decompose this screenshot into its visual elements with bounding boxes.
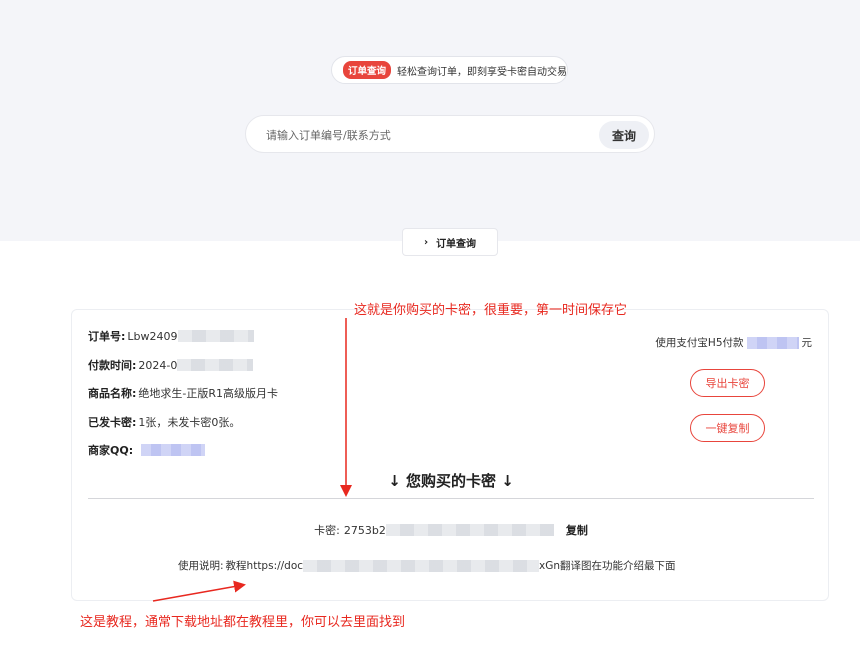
copy-key-button[interactable]: 复制 (566, 522, 588, 538)
order-result-card: 订单号: Lbw2409 付款时间: 2024-0 商品名称: 绝地求生-正版R… (71, 309, 829, 601)
search-input[interactable] (266, 125, 586, 145)
order-number-value: Lbw2409 (127, 329, 178, 343)
redacted-usage-link (303, 559, 540, 572)
purchased-keys-heading: ↓ 您购买的卡密 ↓ (388, 472, 514, 490)
issued-label: 已发卡密: (88, 416, 137, 429)
card-key-value: 2753b2 (343, 523, 386, 537)
redacted-order-number (177, 330, 254, 342)
order-number-label: 订单号: (88, 330, 126, 343)
section-divider (88, 498, 814, 499)
pay-time-label: 付款时间: (88, 359, 137, 372)
order-query-tag: 订单查询 (343, 61, 392, 79)
pay-time-row: 付款时间: 2024-0 (88, 357, 254, 373)
issued-value: 1张，未发卡密0张。 (138, 416, 241, 429)
product-label: 商品名称: (88, 387, 137, 400)
payment-info: 使用支付宝H5付款 元 (655, 335, 812, 350)
usage-instructions: 使用说明: 教程https://doc xGn翻译图在功能介绍最下面 (178, 558, 676, 573)
product-row: 商品名称: 绝地求生-正版R1高级版月卡 (88, 385, 278, 401)
tab-order-query[interactable]: › 订单查询 (402, 228, 498, 256)
issued-row: 已发卡密: 1张，未发卡密0张。 (88, 414, 240, 430)
chevron-right-icon: › (423, 236, 429, 248)
copy-all-button[interactable]: 一键复制 (690, 414, 765, 442)
usage-label: 使用说明: (178, 560, 224, 572)
pay-time-value: 2024-0 (138, 358, 178, 372)
usage-link-start[interactable]: 教程https://doc (226, 558, 304, 573)
query-tagline: 轻松查询订单，即刻享受卡密自动交易 (397, 66, 568, 78)
merchant-qq-row: 商家QQ: (88, 442, 206, 458)
card-key-label: 卡密: (314, 524, 340, 537)
redacted-amount (746, 336, 799, 349)
order-number-row: 订单号: Lbw2409 (88, 328, 254, 344)
usage-tail: xGn翻译图在功能介绍最下面 (539, 560, 676, 572)
annotation-tutorial: 这是教程，通常下载地址都在教程里，你可以去里面找到 (80, 615, 406, 630)
query-intro-pill: 订单查询 轻松查询订单，即刻享受卡密自动交易 (331, 56, 568, 84)
redacted-card-key (385, 524, 554, 536)
redacted-pay-time (177, 359, 254, 371)
redacted-merchant-qq (141, 444, 206, 456)
product-value: 绝地求生-正版R1高级版月卡 (138, 387, 279, 400)
search-box: 查询 (245, 115, 655, 153)
search-button[interactable]: 查询 (599, 121, 649, 149)
tab-label: 订单查询 (436, 238, 477, 250)
payment-unit: 元 (801, 337, 813, 349)
merchant-qq-label: 商家QQ: (88, 444, 134, 457)
card-key-row: 卡密: 2753b2 复制 (72, 522, 830, 538)
payment-method: 使用支付宝H5付款 (655, 337, 744, 349)
export-keys-button[interactable]: 导出卡密 (690, 369, 765, 397)
annotation-card-key: 这就是你购买的卡密，很重要，第一时间保存它 (354, 303, 628, 318)
